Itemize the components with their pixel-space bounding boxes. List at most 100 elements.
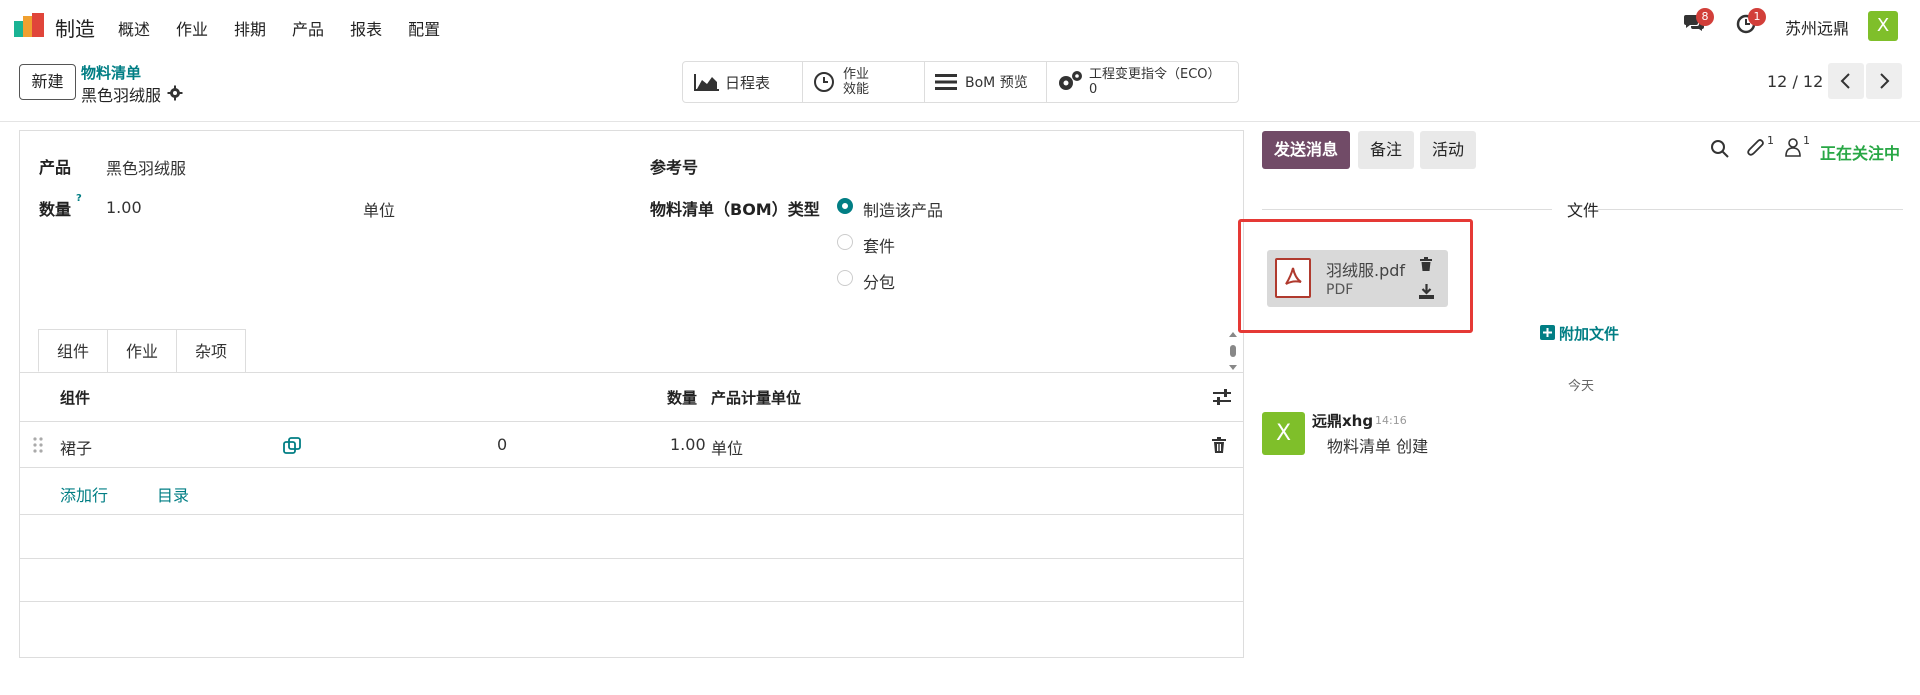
catalog-link[interactable]: 目录 [157,482,189,506]
messages-badge: 8 [1696,8,1714,26]
tab-miscellaneous[interactable]: 杂项 [176,329,247,372]
menu-item-planning[interactable]: 排期 [234,16,266,40]
followers-button[interactable]: 1 [1784,134,1814,161]
product-label: 产品 [39,158,72,177]
cogs-icon [1059,71,1082,90]
attachment-count: 1 [1767,134,1774,147]
attachment-name[interactable]: 羽绒服.pdf [1326,257,1405,281]
following-button[interactable]: 正在关注中 [1820,140,1900,164]
messages-button[interactable]: 8 [1683,8,1714,36]
log-note-button[interactable]: 备注 [1358,131,1415,169]
control-panel: 新建 物料清单 黑色羽绒服 日程表 作业 效能 BoM 预览 工程变更指令（EC… [0,52,1920,122]
user-icon [1785,138,1801,157]
files-divider-right [1598,209,1903,210]
eco-smart-button[interactable]: 工程变更指令（ECO） 0 [1047,62,1238,102]
tabs-divider [20,372,1243,373]
product-field[interactable]: 黑色羽绒服 [106,155,186,179]
col-header-uom[interactable]: 产品计量单位 [711,387,801,408]
clock-icon [814,72,834,92]
manufacturing-app-icon[interactable] [14,13,46,37]
empty-row-divider-1 [20,514,1243,515]
row-component[interactable]: 裙子 [60,435,92,459]
activities-button[interactable]: 1 [1736,8,1766,36]
scroll-indicator-icon[interactable] [1228,331,1238,371]
bom-type-radio-manufacture[interactable] [837,198,853,214]
quantity-field[interactable]: 1.00 [106,198,142,217]
message-author[interactable]: 远鼎xhg [1312,410,1373,431]
schedule-smart-button[interactable]: 日程表 [683,62,803,102]
bom-type-radio-kit[interactable] [837,234,853,250]
row-uom[interactable]: 单位 [711,435,743,459]
app-name[interactable]: 制造 [55,13,95,42]
schedule-label: 日程表 [725,73,771,92]
trash-icon[interactable] [1420,257,1432,271]
eco-label: 工程变更指令（ECO） [1089,67,1221,82]
gear-icon[interactable] [167,85,183,101]
bom-type-option-manufacture[interactable]: 制造该产品 [863,197,943,221]
search-icon[interactable] [1710,139,1730,159]
eco-count: 0 [1089,82,1098,97]
activities-badge: 1 [1748,8,1766,26]
list-icon [935,74,957,90]
follower-count: 1 [1803,134,1810,147]
row-quantity[interactable]: 1.00 [670,435,706,454]
plus-square-icon [1540,325,1555,340]
table-row[interactable]: 裙子 0 1.00 单位 [20,422,1243,467]
menu-item-configuration[interactable]: 配置 [408,16,440,40]
menu-item-reporting[interactable]: 报表 [350,16,382,40]
area-chart-icon [694,74,719,91]
download-icon[interactable] [1419,284,1434,299]
pager-next-button[interactable] [1866,63,1902,99]
message-body: 物料清单 创建 [1327,437,1429,456]
col-header-component[interactable]: 组件 [60,387,90,408]
efficiency-smart-button[interactable]: 作业 效能 [803,62,925,102]
bom-type-radio-subcontract[interactable] [837,270,853,286]
variants-icon[interactable] [283,437,301,455]
attachments-button[interactable]: 1 [1746,134,1776,161]
breadcrumb-current: 黑色羽绒服 [81,86,162,105]
attach-file-label: 附加文件 [1559,325,1620,343]
attach-file-button[interactable]: 附加文件 [1540,323,1650,343]
bom-preview-label: BoM 预览 [965,75,1028,91]
tab-operations[interactable]: 作业 [107,329,178,372]
message-avatar[interactable]: X [1262,412,1305,455]
chevron-right-icon [1880,73,1890,89]
pdf-icon [1275,258,1311,298]
row-divider [20,467,1243,468]
attachment-type: PDF [1326,282,1354,298]
form-sheet: 产品 黑色羽绒服 参考号 数量 ? 1.00 单位 物料清单（BOM）类型 制造… [19,130,1244,658]
date-separator: 今天 [1568,379,1595,394]
menu-item-overview[interactable]: 概述 [118,16,150,40]
optional-columns-icon[interactable] [1213,389,1231,405]
quantity-help-icon[interactable]: ? [76,193,82,204]
activity-button[interactable]: 活动 [1420,131,1477,169]
uom-field[interactable]: 单位 [363,197,395,221]
pager-previous-button[interactable] [1828,63,1864,99]
menu-item-operations[interactable]: 作业 [176,16,208,40]
quantity-label: 数量 [39,200,72,219]
files-divider-left [1262,209,1552,210]
trash-icon[interactable] [1212,437,1226,453]
pager-value[interactable]: 12 / 12 [1767,72,1823,91]
tab-components[interactable]: 组件 [38,329,109,372]
bom-preview-smart-button[interactable]: BoM 预览 [925,62,1047,102]
empty-row-divider-2 [20,558,1243,559]
bom-type-label: 物料清单（BOM）类型 [650,200,820,219]
bom-type-option-kit[interactable]: 套件 [863,233,895,257]
user-avatar[interactable]: X [1868,11,1898,41]
drag-handle-icon[interactable] [33,437,43,453]
main-menu: 概述 作业 排期 产品 报表 配置 [118,16,466,40]
col-header-quantity[interactable]: 数量 [667,387,697,408]
efficiency-label-1: 作业 [843,67,870,82]
menu-item-products[interactable]: 产品 [292,16,324,40]
top-navbar: 制造 概述 作业 排期 产品 报表 配置 8 1 苏州远鼎 X [0,0,1920,52]
row-variant-count: 0 [497,435,508,454]
breadcrumb-parent[interactable]: 物料清单 [81,62,141,83]
company-switcher[interactable]: 苏州远鼎 [1785,15,1849,39]
send-message-button[interactable]: 发送消息 [1262,131,1351,169]
attachment-card[interactable]: 羽绒服.pdf PDF [1267,250,1448,307]
bom-type-option-subcontract[interactable]: 分包 [863,269,895,293]
add-line-link[interactable]: 添加行 [60,482,108,506]
new-button[interactable]: 新建 [19,64,76,100]
smart-buttons: 日程表 作业 效能 BoM 预览 工程变更指令（ECO） 0 [682,61,1239,103]
